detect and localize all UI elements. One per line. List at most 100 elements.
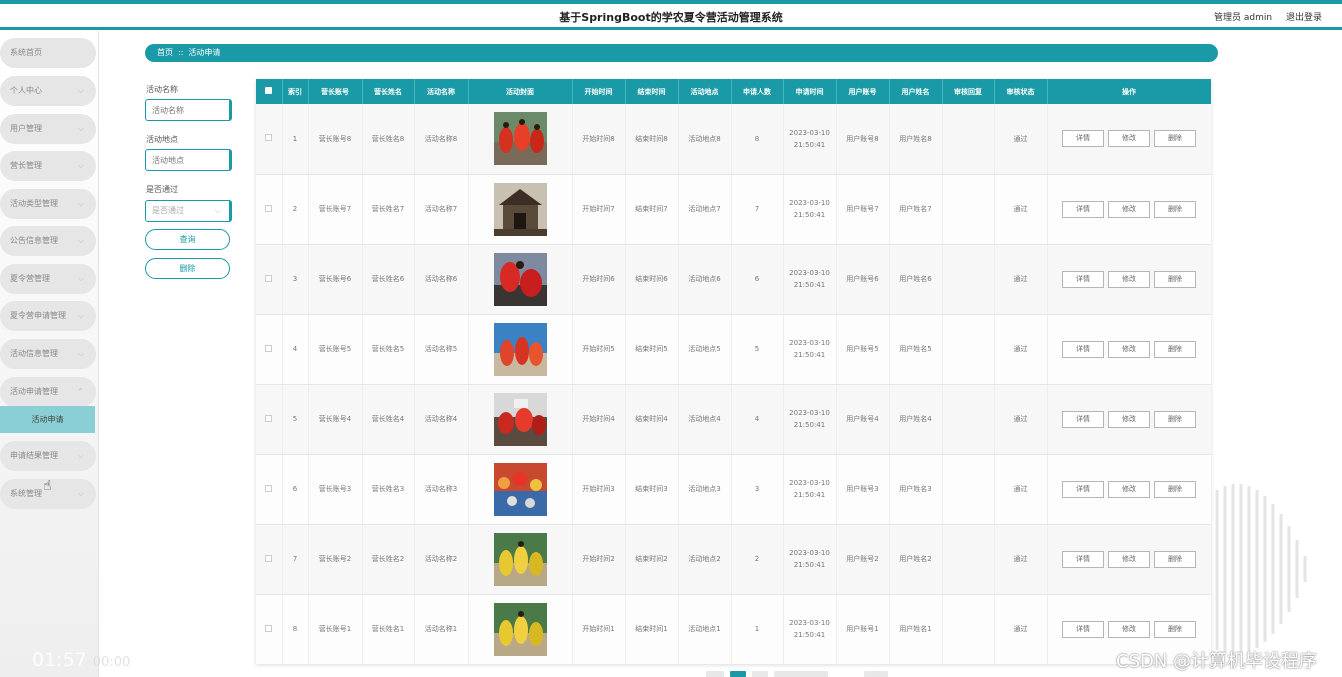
sidebar-item-activity-applications[interactable]: 活动申请管理 ⌃ [0,377,96,407]
approved-select[interactable]: 是否通过 ⌵ [145,200,232,222]
cell-actions: 详情 修改 删除 [1047,244,1211,315]
sidebar-item-users[interactable]: 用户管理 ⌵ [0,114,96,144]
sidebar-item-results[interactable]: 申请结果管理 ⌵ [0,441,96,471]
chevron-down-icon: ⌵ [77,274,84,283]
activity-name-input[interactable] [145,99,232,121]
sidebar-subitem-activity-apply[interactable]: 活动申请 [0,406,95,433]
row-select-cell[interactable] [256,384,283,455]
delete-button[interactable]: 删除 [1154,480,1196,498]
sidebar-item-announcements[interactable]: 公告信息管理 ⌵ [0,226,96,256]
pagination-size-select[interactable] [774,671,828,677]
delete-button[interactable]: 删除 [1154,410,1196,428]
detail-button[interactable]: 详情 [1062,340,1104,358]
activity-cover-image[interactable] [494,112,547,165]
row-select-cell[interactable] [256,454,283,525]
checkbox-icon[interactable] [265,274,273,282]
edit-button[interactable]: 修改 [1108,340,1150,358]
cell-start: 开始时间8 [572,104,626,175]
edit-button[interactable]: 修改 [1108,620,1150,638]
activity-cover-image[interactable] [494,393,547,446]
activity-place-label: 活动地点 [146,135,178,144]
cell-apply-time: 2023-03-10 21:50:41 [783,454,837,525]
edit-button[interactable]: 修改 [1108,200,1150,218]
row-select-cell[interactable] [256,524,283,595]
approved-select-value: 是否通过 [152,206,184,215]
sidebar-item-activity-types[interactable]: 活动类型管理 ⌵ [0,189,96,219]
detail-button[interactable]: 详情 [1062,550,1104,568]
activity-cover-image[interactable] [494,183,547,236]
cell-cover [468,244,573,315]
breadcrumb-home[interactable]: 首页 [157,48,173,57]
sidebar-item-label: 活动申请管理 [10,387,58,396]
cell-place: 活动地点5 [678,314,732,385]
breadcrumb-separator: :: [178,48,184,57]
detail-button[interactable]: 详情 [1062,270,1104,288]
row-select-cell[interactable] [256,594,283,664]
edit-button[interactable]: 修改 [1108,130,1150,148]
checkbox-icon[interactable] [265,344,273,352]
column-header: 索引 [282,79,309,104]
row-select-cell[interactable] [256,314,283,385]
sidebar-item-home[interactable]: 系统首页 [0,38,96,68]
sidebar-item-profile[interactable]: 个人中心 ⌵ [0,76,96,106]
select-all-checkbox[interactable] [256,79,283,104]
delete-button[interactable]: 删除 [1154,550,1196,568]
row-select-cell[interactable] [256,104,283,175]
edit-button[interactable]: 修改 [1108,410,1150,428]
activity-cover-image[interactable] [494,603,547,656]
cell-index: 6 [282,454,309,525]
checkbox-icon[interactable] [265,624,273,632]
checkbox-icon[interactable] [265,484,273,492]
sidebar-item-camp-applications[interactable]: 夏令营申请管理 ⌵ [0,301,96,331]
checkbox-icon[interactable] [265,414,273,422]
delete-button[interactable]: 删除 [1154,200,1196,218]
delete-button[interactable]: 删除 [1154,340,1196,358]
chevron-down-icon: ⌵ [77,349,84,358]
activity-cover-image[interactable] [494,253,547,306]
pagination-jump[interactable] [864,671,888,677]
cell-activity-name: 活动名称2 [414,524,469,595]
checkbox-icon[interactable] [265,204,273,212]
delete-button[interactable]: 删除 [1154,270,1196,288]
row-select-cell[interactable] [256,244,283,315]
delete-button[interactable]: 删除 [1154,620,1196,638]
sidebar-item-activities[interactable]: 活动信息管理 ⌵ [0,339,96,369]
detail-button[interactable]: 详情 [1062,130,1104,148]
pagination-page[interactable] [752,671,768,677]
edit-button[interactable]: 修改 [1108,480,1150,498]
checkbox-icon[interactable] [265,554,273,562]
pagination-prev[interactable] [706,671,724,677]
cell-status: 通过 [994,174,1048,245]
cell-actions: 详情 修改 删除 [1047,454,1211,525]
cell-status: 通过 [994,454,1048,525]
sidebar-item-leaders[interactable]: 营长管理 ⌵ [0,151,96,181]
apply-date: 2023-03-10 [789,339,830,347]
row-select-cell[interactable] [256,174,283,245]
activity-place-input[interactable] [145,149,232,171]
cell-leader-account: 营长账号2 [308,524,363,595]
activity-cover-image[interactable] [494,533,547,586]
edit-button[interactable]: 修改 [1108,270,1150,288]
activity-cover-image[interactable] [494,463,547,516]
bulk-delete-button[interactable]: 删除 [145,258,230,279]
delete-button[interactable]: 删除 [1154,130,1196,148]
cell-reply [942,314,995,385]
detail-button[interactable]: 详情 [1062,200,1104,218]
search-button[interactable]: 查询 [145,229,230,250]
checkbox-icon[interactable] [265,134,273,142]
edit-button[interactable]: 修改 [1108,550,1150,568]
logout-link[interactable]: 退出登录 [1286,10,1322,23]
cell-end: 结束时间1 [625,594,679,664]
cell-apply-time: 2023-03-10 21:50:41 [783,524,837,595]
pagination-page-current[interactable] [730,671,746,677]
sidebar-item-camps[interactable]: 夏令营管理 ⌵ [0,264,96,294]
column-header: 营长姓名 [362,79,415,104]
cell-start: 开始时间3 [572,454,626,525]
apply-clock: 21:50:41 [793,140,826,149]
detail-button[interactable]: 详情 [1062,620,1104,638]
activity-cover-image[interactable] [494,323,547,376]
column-header: 开始时间 [572,79,626,104]
detail-button[interactable]: 详情 [1062,410,1104,428]
detail-button[interactable]: 详情 [1062,480,1104,498]
column-header: 活动封面 [468,79,573,104]
